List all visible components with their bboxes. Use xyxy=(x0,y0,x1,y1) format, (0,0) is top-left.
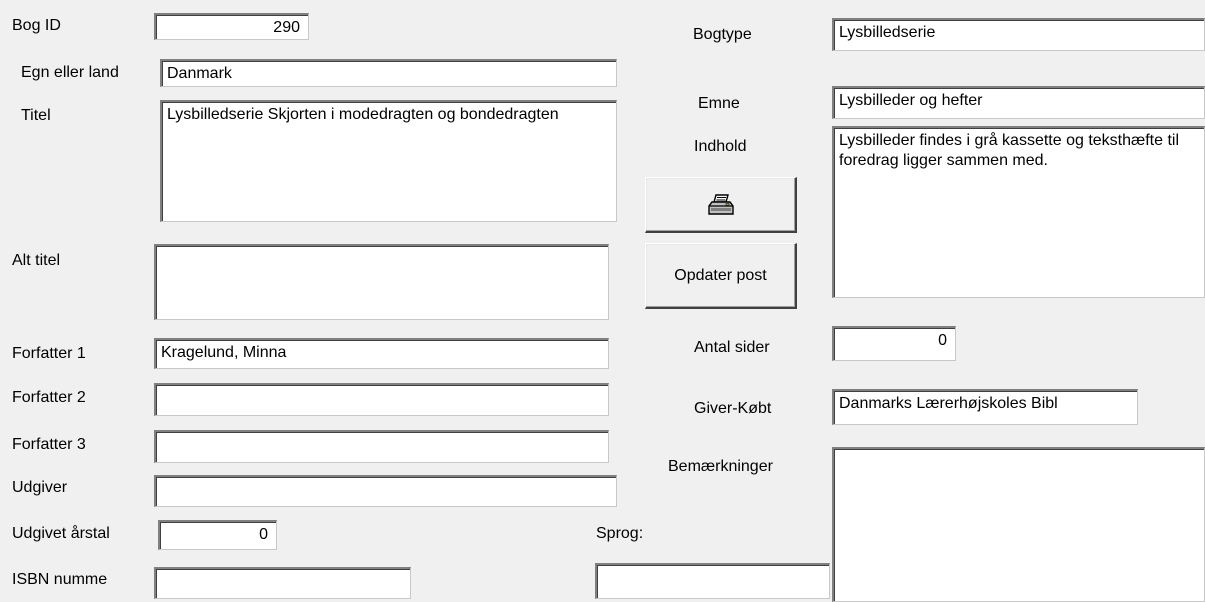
forfatter-1-field[interactable]: Kragelund, Minna xyxy=(154,338,609,369)
sprog-field[interactable] xyxy=(595,563,830,599)
forfatter-3-field[interactable] xyxy=(154,430,609,463)
label-egn-eller-land: Egn eller land xyxy=(21,64,119,81)
giver-koebt-field[interactable]: Danmarks Lærerhøjskoles Bibl xyxy=(832,389,1138,425)
label-forfatter-1: Forfatter 1 xyxy=(12,345,86,362)
alt-titel-field[interactable] xyxy=(154,244,609,320)
label-bemaerkninger: Bemærkninger xyxy=(668,458,773,475)
indhold-field[interactable]: Lysbilleder findes i grå kassette og tek… xyxy=(832,126,1205,298)
antal-sider-field[interactable]: 0 xyxy=(832,326,956,361)
label-bogtype: Bogtype xyxy=(693,26,752,43)
udgiver-field[interactable] xyxy=(154,475,617,507)
label-bog-id: Bog ID xyxy=(12,17,61,34)
bemaerkninger-field[interactable] xyxy=(832,447,1205,602)
label-sprog: Sprog: xyxy=(596,525,644,542)
label-emne: Emne xyxy=(698,95,740,112)
opdater-post-button[interactable]: Opdater post xyxy=(645,243,797,309)
label-udgivet-aarstal: Udgivet årstal xyxy=(12,525,110,542)
label-antal-sider: Antal sider xyxy=(694,339,770,356)
forfatter-2-field[interactable] xyxy=(154,383,609,416)
bog-id-field[interactable]: 290 xyxy=(154,13,309,40)
isbn-field[interactable] xyxy=(154,567,411,599)
label-udgiver: Udgiver xyxy=(12,479,68,496)
printer-icon xyxy=(707,193,734,216)
label-isbn-nummer: ISBN numme xyxy=(12,571,108,588)
label-forfatter-2: Forfatter 2 xyxy=(12,389,86,406)
emne-field[interactable]: Lysbilleder og hefter xyxy=(832,86,1205,119)
titel-field[interactable]: Lysbilledserie Skjorten i modedragten og… xyxy=(160,100,617,222)
label-forfatter-3: Forfatter 3 xyxy=(12,436,86,453)
egn-eller-land-field[interactable]: Danmark xyxy=(160,59,617,87)
bogtype-field[interactable]: Lysbilledserie xyxy=(832,18,1205,51)
label-indhold: Indhold xyxy=(694,138,747,155)
label-alt-titel: Alt titel xyxy=(12,252,61,269)
print-button[interactable] xyxy=(645,177,797,233)
label-giver-koebt: Giver-Købt xyxy=(694,400,772,417)
label-titel: Titel xyxy=(21,107,51,124)
udgivet-aarstal-field[interactable]: 0 xyxy=(158,520,277,550)
